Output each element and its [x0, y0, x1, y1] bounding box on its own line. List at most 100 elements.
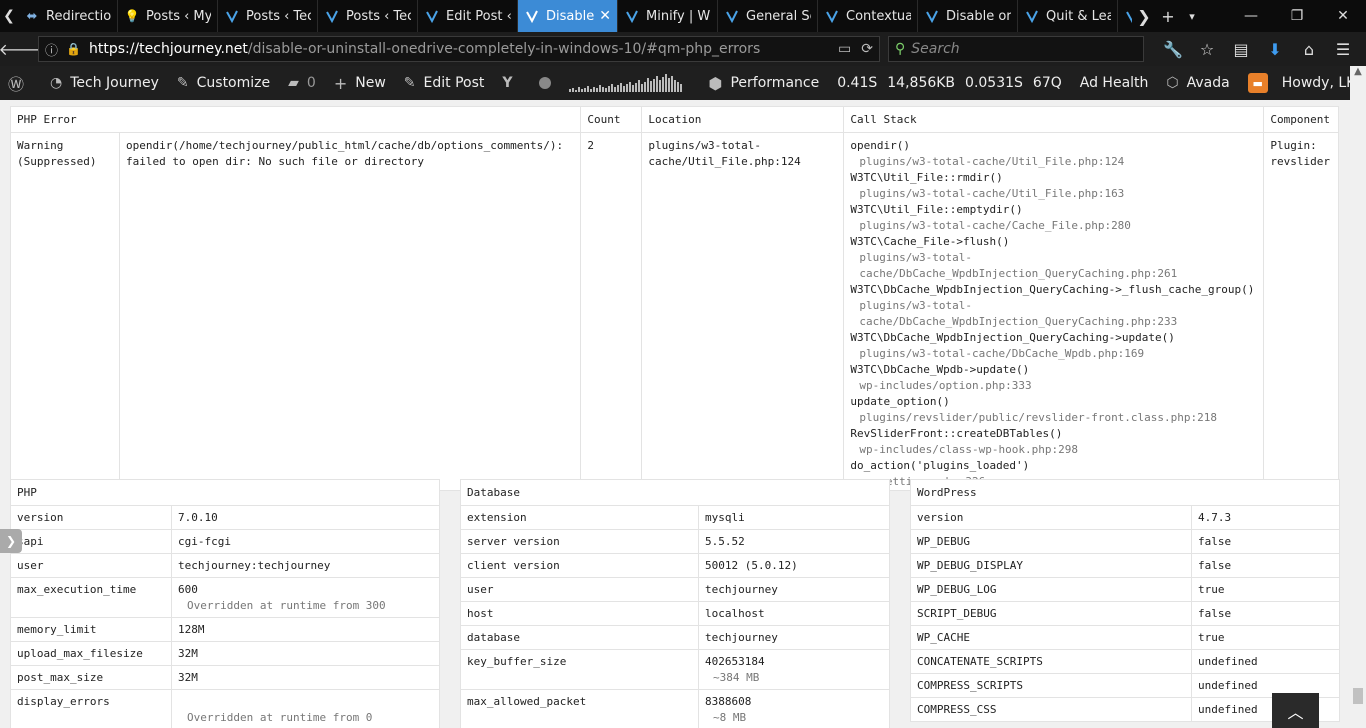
tab-scroll-right-icon[interactable]: ❯: [1132, 7, 1156, 26]
address-bar[interactable]: ⓘ 🔒 https://techjourney.net/disable-or-u…: [38, 36, 880, 62]
stack-file: wp-includes/option.php:333: [859, 379, 1032, 392]
home-icon[interactable]: ⌂: [1292, 40, 1326, 59]
tab-6[interactable]: Minify | W3: [618, 0, 718, 32]
env-value-cell: 4.7.3: [1191, 505, 1340, 530]
chat-notification-icon[interactable]: ▬: [1247, 73, 1268, 93]
url-text[interactable]: https://techjourney.net/disable-or-unins…: [89, 41, 828, 57]
new-content-link[interactable]: + New: [334, 74, 386, 93]
tab-label: Edit Post ‹ T: [446, 8, 511, 24]
scrollbar-thumb[interactable]: [1353, 688, 1363, 704]
search-placeholder: Search: [911, 41, 960, 57]
tab-label: Posts ‹ Tech: [246, 8, 311, 24]
tab-2[interactable]: Posts ‹ Tech: [218, 0, 318, 32]
yoast-seo-button[interactable]: Y: [502, 75, 520, 91]
sparkline-bar: [664, 74, 667, 92]
ad-health-link[interactable]: Ad Health: [1080, 75, 1149, 91]
env-key: server version: [460, 529, 699, 554]
tab-label: Minify | W3: [646, 8, 711, 24]
table-row: upload_max_filesize 32M: [10, 641, 440, 666]
redirection-tab-icon: ⬌: [26, 8, 38, 24]
sparkline-bar: [589, 89, 592, 92]
env-key: database: [460, 625, 699, 650]
comments-link[interactable]: ▰ 0: [288, 75, 316, 91]
library-icon[interactable]: ▤: [1224, 40, 1258, 59]
restore-window-icon[interactable]: ❐: [1274, 8, 1320, 24]
edit-post-link[interactable]: ✎ Edit Post: [404, 75, 485, 91]
table-row: WP_DEBUG_DISPLAY false: [910, 553, 1340, 578]
env-key: WP_DEBUG_LOG: [910, 577, 1192, 602]
tab-9[interactable]: Disable or U: [918, 0, 1018, 32]
tab-label: Quit & Lea: [1046, 8, 1111, 24]
sparkline-bar: [628, 82, 631, 92]
collapse-panel-chevron-icon[interactable]: ❯: [0, 529, 22, 553]
menu-hamburger-icon[interactable]: ☰: [1326, 40, 1360, 59]
tab-7[interactable]: General Set: [718, 0, 818, 32]
query-monitor-link[interactable]: 0.41S 14,856KB 0.0531S 67Q: [837, 75, 1062, 91]
back-arrow-icon[interactable]: 🡐: [0, 35, 41, 63]
wrench-icon[interactable]: 🔧: [1156, 40, 1190, 59]
tab-10[interactable]: Quit & Lea: [1018, 0, 1118, 32]
page-scrollbar[interactable]: ▲: [1350, 66, 1366, 728]
tab-scroll-left-icon[interactable]: ❮: [0, 0, 18, 32]
paintbrush-icon: ✎: [176, 75, 189, 91]
search-box[interactable]: ⚲ Search: [888, 36, 1144, 62]
sparkline-bar: [613, 87, 616, 92]
table-row: client version 50012 (5.0.12): [460, 553, 890, 578]
env-value: 50012 (5.0.12): [705, 559, 798, 572]
stack-function: W3TC\DbCache_WpdbInjection_QueryCaching-…: [850, 283, 1255, 296]
new-tab-plus-icon[interactable]: +: [1156, 7, 1180, 26]
env-key: CONCATENATE_SCRIPTS: [910, 649, 1192, 674]
tab-8[interactable]: Contextual: [818, 0, 918, 32]
reload-icon[interactable]: ⟳: [861, 41, 873, 57]
performance-link[interactable]: ⬢ Performance: [709, 74, 820, 93]
stack-function: W3TC\DbCache_WpdbInjection_QueryCaching-…: [850, 331, 1175, 344]
qm-memory: 14,856KB: [887, 75, 956, 91]
env-note: ~8 MB: [713, 711, 747, 724]
env-value-cell: 32M: [171, 665, 440, 690]
avada-link[interactable]: ⬡ Avada: [1166, 75, 1229, 91]
tab-11[interactable]: C: [1118, 0, 1132, 32]
tab-list-dropdown-icon[interactable]: ▾: [1180, 10, 1204, 23]
sparkline-bar: [652, 79, 655, 92]
sparkline-bar: [574, 90, 577, 92]
table-row: display_errors Overridden at runtime from…: [10, 689, 440, 728]
stack-function: update_option(): [850, 395, 950, 408]
close-tab-icon[interactable]: ✕: [599, 8, 611, 24]
error-location: plugins/w3-total-cache/Util_File.php:124: [641, 132, 845, 491]
bookmark-star-icon[interactable]: ☆: [1190, 40, 1224, 59]
tab-5[interactable]: Disable ✕: [518, 0, 618, 32]
error-type: Warning (Suppressed): [10, 132, 120, 491]
env-value-cell: mysqli: [698, 505, 890, 530]
env-value: true: [1198, 583, 1225, 596]
tj-logo-icon: [324, 8, 340, 24]
wp-logo-button[interactable]: Ⓦ: [8, 71, 32, 95]
env-value-cell: 128M: [171, 617, 440, 642]
sparkline-bar: [622, 86, 625, 92]
env-value: 5.5.52: [705, 535, 745, 548]
avada-logo-icon: ⬡: [1166, 75, 1179, 91]
tab-0[interactable]: ⬌ Redirection: [18, 0, 118, 32]
info-icon[interactable]: ⓘ: [45, 40, 58, 59]
dashboard-gauge-icon: ◔: [50, 75, 63, 91]
scroll-up-arrow-icon[interactable]: ▲: [1350, 66, 1366, 82]
env-value-cell: 50012 (5.0.12): [698, 553, 890, 578]
scroll-to-top-button[interactable]: ︿: [1272, 693, 1319, 728]
pencil-icon: ✎: [403, 75, 416, 91]
tab-3[interactable]: Posts ‹ Tech: [318, 0, 418, 32]
customize-link[interactable]: ✎ Customize: [177, 75, 270, 91]
close-window-icon[interactable]: ✕: [1320, 8, 1366, 24]
env-value: 402653184: [705, 655, 765, 668]
reader-view-icon[interactable]: ▭: [838, 41, 851, 57]
traffic-sparkline: [568, 74, 683, 92]
env-value-cell: 402653184 ~384 MB: [698, 649, 890, 690]
tab-4[interactable]: Edit Post ‹ T: [418, 0, 518, 32]
sparkline-bar: [676, 82, 679, 92]
site-name-link[interactable]: ◔ Tech Journey: [50, 75, 159, 91]
tab-1[interactable]: 💡 Posts ‹ My: [118, 0, 218, 32]
tj-logo-icon: [524, 8, 540, 24]
env-value: 32M: [178, 647, 198, 660]
yoast-logo-icon: Y: [502, 75, 513, 91]
minimize-window-icon[interactable]: —: [1228, 8, 1274, 24]
qm-time: 0.41S: [837, 75, 878, 91]
downloads-arrow-icon[interactable]: ⬇: [1258, 40, 1292, 59]
